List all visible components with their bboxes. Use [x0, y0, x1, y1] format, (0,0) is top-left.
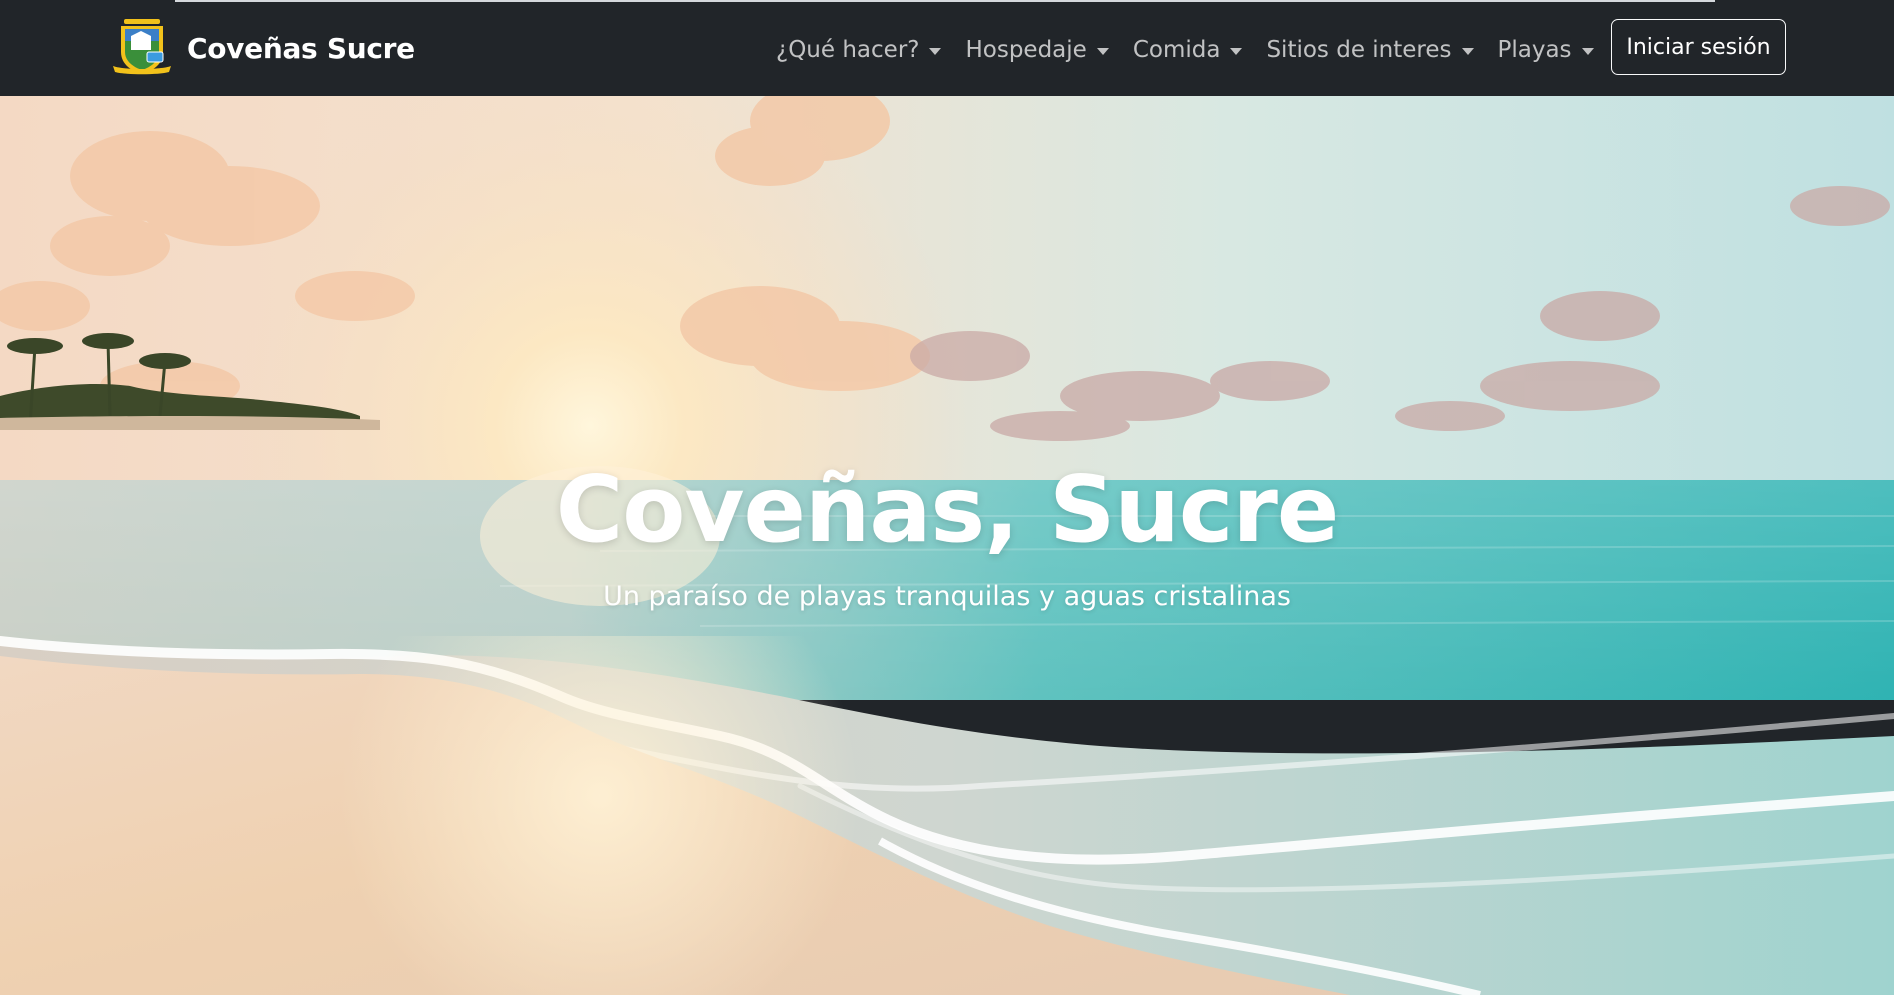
- nav-menu: ¿Qué hacer? Hospedaje Comida Sitios de i…: [776, 30, 1594, 70]
- nav-item-playas[interactable]: Playas: [1498, 37, 1594, 63]
- brand-name: Coveñas Sucre: [187, 31, 415, 65]
- nav-item-label: Sitios de interes: [1266, 37, 1452, 63]
- hero-title: Coveñas, Sucre: [555, 456, 1339, 563]
- nav-item-label: Comida: [1132, 37, 1221, 63]
- nav-item-label: Playas: [1497, 37, 1572, 63]
- login-button[interactable]: Iniciar sesión: [1611, 19, 1786, 75]
- nav-item-comida[interactable]: Comida: [1133, 37, 1243, 63]
- brand-link[interactable]: Coveñas Sucre: [111, 18, 415, 78]
- nav-item-que-hacer[interactable]: ¿Qué hacer?: [776, 37, 942, 63]
- hero-section: Coveñas, Sucre Un paraíso de playas tran…: [0, 96, 1894, 995]
- chevron-down-icon: [1581, 47, 1594, 55]
- chevron-down-icon: [1230, 47, 1243, 55]
- nav-item-sitios-de-interes[interactable]: Sitios de interes: [1266, 37, 1474, 63]
- chevron-down-icon: [1096, 47, 1109, 55]
- chevron-down-icon: [1461, 47, 1474, 55]
- nav-item-label: Hospedaje: [965, 37, 1087, 63]
- navbar: Coveñas Sucre ¿Qué hacer? Hospedaje Comi…: [0, 0, 1894, 96]
- nav-item-label: ¿Qué hacer?: [776, 37, 920, 63]
- nav-item-hospedaje[interactable]: Hospedaje: [965, 37, 1109, 63]
- chevron-down-icon: [929, 47, 942, 55]
- hero-subtitle: Un paraíso de playas tranquilas y aguas …: [603, 581, 1291, 612]
- coat-of-arms-icon: [113, 19, 171, 75]
